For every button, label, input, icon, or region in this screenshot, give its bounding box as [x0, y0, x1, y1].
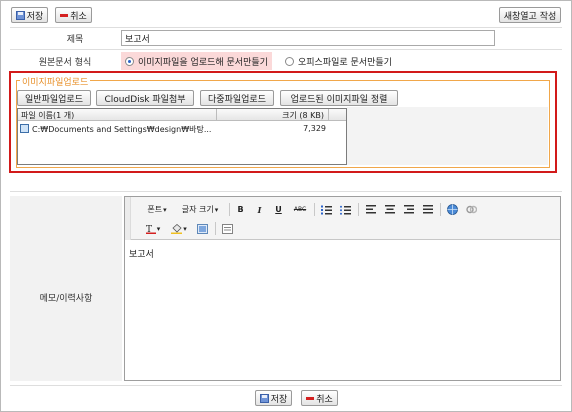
- image-file-icon: [20, 124, 29, 133]
- cancel-button-label: 취소: [316, 394, 333, 405]
- text-color-button[interactable]: T: [143, 221, 163, 236]
- toolbar-separator: [215, 222, 216, 235]
- memo-label-cell: [10, 196, 122, 381]
- cancel-icon: [306, 396, 315, 400]
- cancel-button-label: 취소: [70, 11, 87, 22]
- divider: [10, 385, 562, 386]
- file-size-header[interactable]: 크기 (8 KB): [218, 110, 326, 121]
- align-left-button[interactable]: [363, 202, 378, 217]
- multi-upload-button[interactable]: 다중파일업로드: [200, 90, 274, 106]
- save-icon: [259, 393, 269, 403]
- insert-link-button[interactable]: [445, 202, 460, 217]
- align-left-icon: [365, 205, 376, 214]
- rich-text-editor: 폰트 글자 크기 B I U ABC: [124, 196, 561, 381]
- toolbar-separator: [440, 203, 441, 216]
- divider: [10, 27, 562, 28]
- italic-icon: I: [257, 204, 262, 215]
- toolbar-separator: [229, 203, 230, 216]
- create-report-button[interactable]: 새창열고 작성: [499, 7, 561, 23]
- ordered-list-icon: [321, 205, 332, 214]
- background-color-button[interactable]: [168, 221, 190, 236]
- source-format-label: 원본문서 형식: [38, 58, 92, 68]
- align-right-button[interactable]: [401, 202, 416, 217]
- align-center-button[interactable]: [382, 202, 397, 217]
- toolbar-separator: [358, 203, 359, 216]
- toolbar-grip[interactable]: [125, 197, 131, 240]
- title-label: 제목: [66, 35, 84, 45]
- file-row[interactable]: C:₩Documents and Settings₩design₩바탕... 7…: [20, 123, 346, 135]
- font-dropdown-label: 폰트: [147, 205, 163, 214]
- bold-icon: B: [237, 205, 244, 214]
- underline-button[interactable]: U: [271, 202, 286, 217]
- paint-bucket-icon: [171, 223, 183, 234]
- toolbar-separator: [314, 203, 315, 216]
- align-right-icon: [403, 205, 414, 214]
- cancel-button-bottom[interactable]: 취소: [301, 390, 338, 406]
- cancel-icon: [60, 13, 69, 17]
- font-size-dropdown[interactable]: 글자 크기: [175, 202, 225, 217]
- globe-link-icon: [447, 204, 458, 215]
- file-size: 7,329: [303, 124, 326, 133]
- unlink-button[interactable]: [464, 202, 479, 217]
- radio-office-file-label: 오피스파일로 문서만들기: [298, 57, 392, 68]
- editor-content[interactable]: 보고서: [125, 241, 560, 380]
- file-list[interactable]: 파일 이름(1 개) 크기 (8 KB) C:₩Documents and Se…: [17, 108, 347, 165]
- divider: [10, 191, 562, 192]
- unordered-list-icon: [340, 205, 351, 215]
- title-input[interactable]: [121, 30, 495, 46]
- file-list-header: 파일 이름(1 개) 크기 (8 KB): [18, 109, 346, 121]
- align-center-icon: [384, 205, 395, 214]
- strikethrough-icon: ABC: [293, 206, 307, 213]
- upload-side-panel: [347, 107, 548, 165]
- clouddisk-attach-button[interactable]: CloudDisk 파일첨부: [96, 90, 194, 106]
- normal-upload-button[interactable]: 일반파일업로드: [17, 90, 91, 106]
- sort-images-label: 업로드된 이미지파일 정렬: [290, 94, 388, 105]
- align-justify-icon: [422, 205, 433, 214]
- ordered-list-button[interactable]: [319, 202, 334, 217]
- upload-legend: 이미지파일업로드: [20, 75, 91, 88]
- normal-upload-label: 일반파일업로드: [25, 94, 83, 105]
- font-dropdown[interactable]: 폰트: [143, 202, 171, 217]
- cancel-button-top[interactable]: 취소: [55, 7, 92, 23]
- strikethrough-button[interactable]: ABC: [290, 202, 310, 217]
- create-report-label: 새창열고 작성: [503, 11, 557, 22]
- font-size-dropdown-label: 글자 크기: [181, 205, 214, 214]
- divider: [10, 49, 562, 50]
- save-button-top[interactable]: 저장: [11, 7, 48, 23]
- bold-button[interactable]: B: [233, 202, 248, 217]
- image-icon: [197, 223, 208, 234]
- column-separator: [328, 109, 329, 121]
- editor-content-text: 보고서: [129, 250, 154, 260]
- save-button-label: 저장: [270, 394, 288, 405]
- editor-toolbar: 폰트 글자 크기 B I U ABC: [125, 197, 560, 240]
- column-separator: [216, 109, 217, 121]
- save-button-bottom[interactable]: 저장: [255, 390, 292, 406]
- italic-button[interactable]: I: [252, 202, 267, 217]
- document-icon: [222, 223, 233, 234]
- save-button-label: 저장: [26, 11, 44, 22]
- text-color-icon: T: [145, 225, 156, 234]
- radio-selected-icon: [125, 56, 134, 66]
- multi-upload-label: 다중파일업로드: [208, 94, 266, 105]
- align-justify-button[interactable]: [420, 202, 435, 217]
- radio-unselected-icon: [285, 56, 294, 66]
- unlink-icon: [466, 205, 477, 214]
- clouddisk-attach-label: CloudDisk 파일첨부: [104, 94, 186, 105]
- radio-image-upload-label: 이미지파일을 업로드해 문서만들기: [138, 57, 268, 68]
- sort-images-button[interactable]: 업로드된 이미지파일 정렬: [280, 90, 398, 106]
- file-name: C:₩Documents and Settings₩design₩바탕...: [32, 125, 212, 134]
- memo-label: 메모/이력사항: [39, 294, 93, 304]
- underline-icon: U: [275, 205, 282, 214]
- source-view-button[interactable]: [220, 221, 235, 236]
- file-name-header[interactable]: 파일 이름(1 개): [21, 110, 74, 121]
- radio-office-file[interactable]: 오피스파일로 문서만들기: [285, 52, 392, 70]
- unordered-list-button[interactable]: [338, 202, 353, 217]
- insert-image-button[interactable]: [195, 221, 210, 236]
- save-icon: [15, 10, 25, 20]
- radio-image-upload[interactable]: 이미지파일을 업로드해 문서만들기: [121, 52, 272, 70]
